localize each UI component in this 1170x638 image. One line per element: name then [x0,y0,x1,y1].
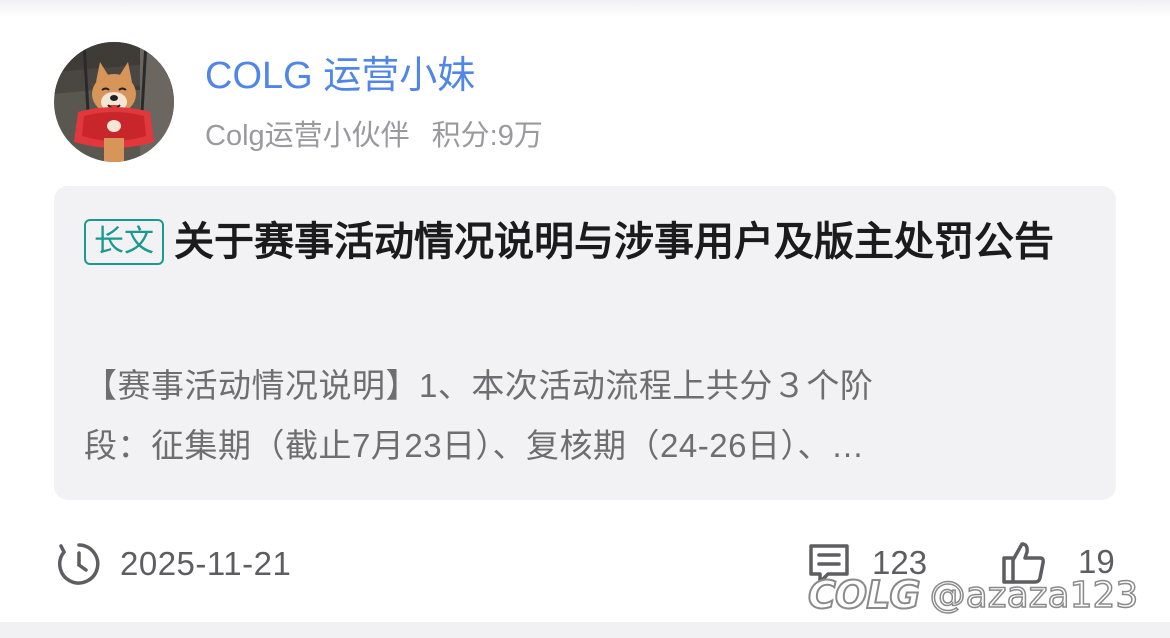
post-date: 2025-11-21 [56,540,291,588]
comment-icon [809,544,849,584]
post-card[interactable]: 长文 关于赛事活动情况说明与涉事用户及版主处罚公告 【赛事活动情况说明】1、本次活… [54,186,1116,500]
comments-button[interactable]: 123 [806,538,927,588]
author-avatar[interactable] [54,42,174,162]
author-meta: Colg运营小伙伴 积分:9万 [205,116,543,156]
like-button[interactable]: 19 [1000,536,1115,588]
author-name[interactable]: COLG 运营小妹 [205,52,475,100]
excerpt-line-2: 段：征集期（截止7月23日）、复核期（24-26日）、… [84,427,865,464]
post-title[interactable]: 长文 关于赛事活动情况说明与涉事用户及版主处罚公告 [84,214,1084,270]
excerpt-line-1: 【赛事活动情况说明】1、本次活动流程上共分３个阶 [84,367,874,404]
author-points: 积分:9万 [431,120,543,152]
top-divider [0,0,1170,18]
post-title-text: 关于赛事活动情况说明与涉事用户及版主处罚公告 [174,220,1054,264]
long-article-badge: 长文 [84,219,164,265]
bottom-divider [0,622,1170,638]
post-list-item: COLG 运营小妹 Colg运营小伙伴 积分:9万 长文 关于赛事活动情况说明与涉事… [0,0,1170,638]
shiba-avatar-image [54,42,174,162]
thumbs-up-icon [1002,542,1045,584]
comments-count: 123 [872,544,928,581]
post-date-text: 2025-11-21 [120,545,292,582]
post-excerpt: 【赛事活动情况说明】1、本次活动流程上共分３个阶 段：征集期（截止7月23日）、… [84,356,1089,476]
clock-icon [58,543,100,585]
likes-count: 19 [1078,543,1115,580]
author-role: Colg运营小伙伴 [205,120,410,152]
